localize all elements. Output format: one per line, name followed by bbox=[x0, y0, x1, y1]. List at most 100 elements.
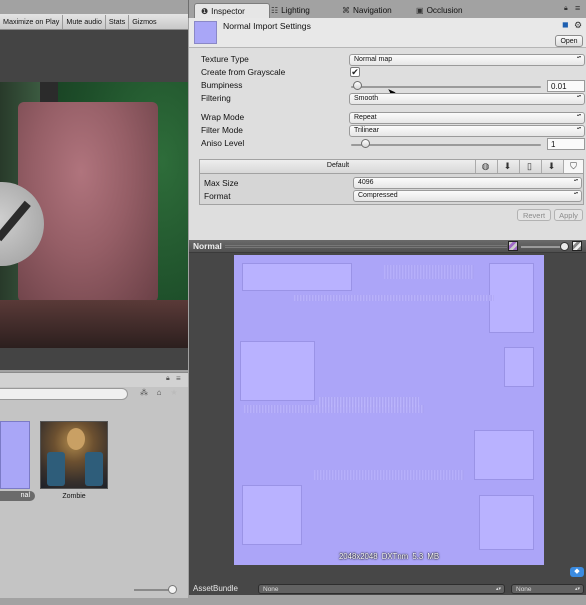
scene-pink-block bbox=[18, 102, 158, 302]
tab-lighting-label: Lighting bbox=[281, 6, 310, 15]
normal-map-detail bbox=[240, 341, 315, 401]
inspector-header: Normal Import Settings ◼ ⚙ Open bbox=[189, 18, 586, 48]
filter-mode-label: Filter Mode bbox=[201, 125, 243, 135]
platform-default-tab[interactable]: Default bbox=[318, 162, 358, 169]
panel-menu-icon[interactable]: ≡ bbox=[575, 3, 580, 13]
tab-inspector[interactable]: ❶ Inspector bbox=[194, 3, 270, 18]
project-search-input[interactable] bbox=[0, 388, 128, 400]
normal-map-detail bbox=[314, 470, 464, 480]
normal-map-detail bbox=[479, 495, 534, 550]
open-button[interactable]: Open bbox=[555, 35, 583, 47]
assetbundle-bar: AssetBundle None ▴▾ None ▴▾ bbox=[189, 583, 586, 595]
aniso-level-slider[interactable] bbox=[351, 144, 541, 146]
texture-type-dropdown[interactable]: Normal map bbox=[349, 54, 585, 66]
panel-menu-icon[interactable]: ≡ bbox=[176, 374, 181, 383]
mute-audio-toggle[interactable]: Mute audio bbox=[63, 14, 106, 29]
maximize-on-play-toggle[interactable]: Maximize on Play bbox=[0, 14, 64, 29]
asset-zombie-label[interactable]: Zombie bbox=[40, 493, 108, 500]
apply-button[interactable]: Apply bbox=[554, 209, 583, 221]
alpha-toggle-icon[interactable] bbox=[508, 241, 518, 251]
bumpiness-slider[interactable] bbox=[351, 86, 541, 88]
normal-map-detail bbox=[294, 295, 494, 301]
occlusion-icon: ▣ bbox=[416, 6, 424, 15]
navigation-icon: ⌘ bbox=[342, 6, 350, 15]
mobile-icon[interactable]: ▯ bbox=[519, 160, 539, 173]
assetbundle-variant-value: None bbox=[516, 586, 532, 593]
lock-icon[interactable]: 🔒︎ bbox=[166, 375, 170, 383]
tab-navigation[interactable]: ⌘ Navigation bbox=[342, 3, 392, 18]
zombie-texture-detail bbox=[47, 452, 65, 486]
normal-map-detail bbox=[384, 265, 474, 279]
tab-occlusion[interactable]: ▣ Occlusion bbox=[416, 3, 463, 18]
preview-panel: Normal 2048x2048 DXTnm 5.3 MB ◆ bbox=[189, 240, 586, 583]
normal-map-detail bbox=[489, 263, 534, 333]
platform-tabs: Default ◍ ⬇ ▯ ⬇ ⛉ bbox=[200, 160, 583, 174]
max-size-dropdown[interactable]: 4096 bbox=[353, 177, 582, 189]
preview-header[interactable]: Normal bbox=[189, 240, 586, 253]
tab-lighting[interactable]: ☷ Lighting bbox=[271, 3, 310, 18]
filtering-dropdown[interactable]: Smooth bbox=[349, 93, 585, 105]
asset-normal-label[interactable]: nal bbox=[0, 491, 35, 501]
tab-occlusion-label: Occlusion bbox=[426, 6, 463, 15]
project-panel: 🔒︎ ≡ ⁂ ⌂ ★ nal Zombie bbox=[0, 372, 188, 598]
revert-button[interactable]: Revert bbox=[517, 209, 551, 221]
game-scene-render bbox=[0, 82, 188, 348]
label-tag-icon[interactable]: ◆ bbox=[570, 567, 584, 577]
filter-by-type-icon[interactable]: ⁂ bbox=[138, 387, 150, 398]
lighting-icon: ☷ bbox=[271, 6, 279, 15]
filter-by-label-icon[interactable]: ⌂ bbox=[153, 387, 165, 398]
game-view[interactable] bbox=[0, 30, 188, 370]
aniso-level-value-field[interactable]: 1 bbox=[547, 138, 585, 150]
normal-map-detail bbox=[319, 397, 419, 407]
rgb-toggle-icon[interactable] bbox=[572, 241, 582, 251]
preview-drag-grip[interactable] bbox=[225, 245, 507, 248]
filtering-label: Filtering bbox=[201, 93, 231, 103]
texture-thumbnail bbox=[194, 21, 217, 44]
game-view-toolbar: Maximize on Play Mute audio Stats Gizmos bbox=[0, 14, 188, 30]
inspector-title: Normal Import Settings bbox=[223, 21, 311, 31]
filter-mode-dropdown[interactable]: Trilinear bbox=[349, 125, 585, 137]
format-dropdown[interactable]: Compressed bbox=[353, 190, 582, 202]
bumpiness-slider-handle[interactable] bbox=[353, 81, 362, 90]
html5-icon[interactable]: ⛉ bbox=[563, 160, 583, 173]
mip-level-slider[interactable] bbox=[521, 246, 565, 248]
gear-icon[interactable]: ⚙ bbox=[574, 20, 584, 30]
zombie-texture-detail bbox=[85, 452, 103, 486]
mip-level-slider-handle[interactable] bbox=[560, 242, 569, 251]
aniso-level-slider-handle[interactable] bbox=[361, 139, 370, 148]
tab-navigation-label: Navigation bbox=[353, 6, 392, 15]
texture-info-label: 2048x2048 DXTnm 5.3 MB bbox=[338, 552, 440, 561]
preview-title: Normal bbox=[193, 241, 222, 251]
thumbnail-size-slider-handle[interactable] bbox=[168, 585, 177, 594]
normal-map-detail bbox=[504, 347, 534, 387]
create-from-grayscale-checkbox[interactable]: ✔ bbox=[350, 67, 360, 77]
wrap-mode-dropdown[interactable]: Repeat bbox=[349, 112, 585, 124]
max-size-label: Max Size bbox=[204, 178, 239, 188]
bumpiness-label: Bumpiness bbox=[201, 80, 243, 90]
zombie-texture-detail bbox=[67, 428, 85, 450]
tab-inspector-label: Inspector bbox=[211, 6, 245, 16]
info-icon: ❶ bbox=[201, 6, 209, 16]
assetbundle-name-dropdown[interactable]: None ▴▾ bbox=[258, 584, 505, 594]
assetbundle-name-value: None bbox=[263, 586, 279, 593]
format-label: Format bbox=[204, 191, 231, 201]
web-icon[interactable]: ◍ bbox=[475, 160, 495, 173]
download-icon[interactable]: ⬇ bbox=[541, 160, 561, 173]
lock-icon[interactable]: 🔒︎ bbox=[564, 5, 568, 13]
stats-toggle[interactable]: Stats bbox=[106, 14, 130, 29]
gizmos-dropdown[interactable]: Gizmos bbox=[129, 15, 159, 29]
chevron-down-icon: ▴▾ bbox=[574, 586, 580, 592]
aniso-level-label: Aniso Level bbox=[201, 138, 245, 148]
help-icon[interactable]: ◼ bbox=[562, 20, 572, 30]
normal-map-preview bbox=[234, 255, 544, 565]
favorite-star-icon[interactable]: ★ bbox=[168, 387, 180, 398]
normal-map-detail bbox=[242, 485, 302, 545]
assetbundle-variant-dropdown[interactable]: None ▴▾ bbox=[511, 584, 584, 594]
bumpiness-value-field[interactable]: 0.01 bbox=[547, 80, 585, 92]
standalone-icon[interactable]: ⬇ bbox=[497, 160, 517, 173]
assetbundle-label: AssetBundle bbox=[193, 584, 238, 593]
normal-map-detail bbox=[242, 263, 352, 291]
wrap-mode-label: Wrap Mode bbox=[201, 112, 245, 122]
asset-normal-thumbnail[interactable] bbox=[0, 421, 30, 489]
asset-zombie-thumbnail[interactable] bbox=[40, 421, 108, 489]
